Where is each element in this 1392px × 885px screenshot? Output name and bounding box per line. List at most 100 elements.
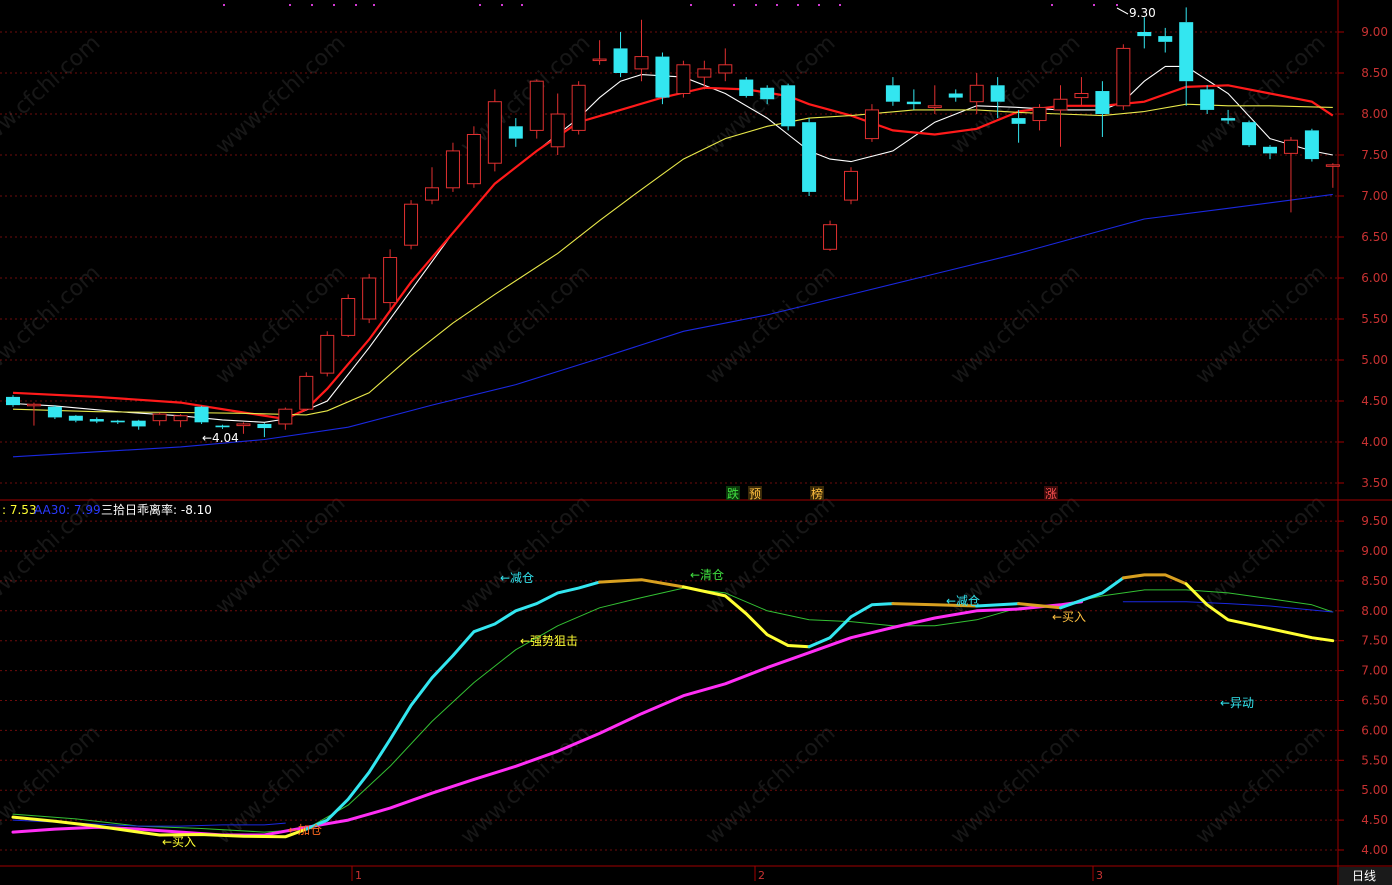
candle-body: [823, 224, 838, 250]
indicator-value-1: : 7.53: [2, 503, 37, 517]
signal-reduce: ←减仓: [946, 594, 980, 608]
candle-body: [697, 68, 712, 78]
signal-buy: ←买入: [162, 835, 196, 849]
candle-body: [927, 105, 942, 108]
signal-clear: ←清仓: [690, 568, 724, 582]
candle-body: [508, 126, 523, 139]
event-tag-list[interactable]: 榜: [811, 486, 823, 501]
candle-body: [718, 64, 733, 74]
y-tick-label: 6.50: [1361, 230, 1388, 244]
event-tag-forecast[interactable]: 预: [749, 487, 761, 501]
candle-body: [445, 150, 460, 189]
candle-body: [1116, 47, 1131, 107]
candle-body: [676, 64, 691, 95]
candle-body: [320, 334, 335, 374]
candle-body: [969, 84, 984, 103]
y-tick-label: 5.50: [1361, 312, 1388, 326]
candle-body: [760, 87, 775, 100]
candle-body: [1011, 118, 1026, 124]
candle-body: [1137, 32, 1152, 37]
y-tick-label: 5.00: [1361, 353, 1388, 367]
candle-body: [1053, 98, 1068, 111]
candle-body: [571, 84, 586, 131]
candle-body: [550, 113, 565, 148]
candle-body: [781, 85, 796, 127]
candle-body: [341, 298, 356, 336]
candle-body: [592, 58, 607, 62]
candle-body: [655, 56, 670, 98]
y-tick-label: 3.50: [1361, 476, 1388, 490]
y-tick-label: 5.50: [1361, 753, 1388, 767]
candle-body: [299, 375, 314, 410]
y-tick-label: 6.00: [1361, 723, 1388, 737]
y-tick-label: 9.00: [1361, 544, 1388, 558]
candle-body: [1095, 91, 1110, 114]
y-tick-label: 6.50: [1361, 694, 1388, 708]
candle-body: [487, 101, 502, 164]
candle-body: [383, 257, 398, 304]
y-tick-label: 4.00: [1361, 435, 1388, 449]
candle-body: [152, 413, 167, 422]
event-tag-fall[interactable]: 跌: [727, 486, 739, 501]
candle-body: [6, 396, 20, 406]
y-tick-label: 8.50: [1361, 66, 1388, 80]
candle-body: [864, 109, 879, 140]
candle-body: [26, 403, 41, 407]
candle-body: [47, 406, 62, 418]
candle-body: [1304, 130, 1319, 160]
candle-body: [68, 415, 83, 421]
candle-body: [173, 415, 188, 422]
candle-body: [1200, 89, 1215, 110]
month-label-2: 2: [758, 869, 765, 882]
period-label[interactable]: 日线: [1352, 869, 1376, 883]
y-tick-label: 8.00: [1361, 107, 1388, 121]
candle-body: [194, 406, 209, 423]
candle-body: [906, 101, 921, 105]
candle-body: [885, 85, 900, 102]
y-tick-label: 8.00: [1361, 604, 1388, 618]
candle-body: [131, 420, 146, 427]
stock-chart[interactable]: www.cfchi.com www.cfchi.com www.cfchi.com w…: [0, 0, 1392, 885]
signal-abnormal: ←异动: [1220, 696, 1254, 710]
y-tick-label: 7.50: [1361, 634, 1388, 648]
indicator-deviation: 三拾日乖离率: -8.10: [101, 502, 212, 517]
month-label-3: 3: [1096, 869, 1103, 882]
y-tick-label: 7.00: [1361, 664, 1388, 678]
candle-body: [634, 56, 649, 70]
month-label-1: 1: [355, 869, 362, 882]
signal-strong-snipe: ←强势狙击: [520, 634, 578, 648]
candle-body: [236, 423, 251, 427]
low-price-marker: ←4.04: [202, 431, 239, 445]
candle-body: [844, 170, 858, 201]
candle-body: [1242, 122, 1257, 146]
y-tick-label: 7.50: [1361, 148, 1388, 162]
candle-body: [1179, 22, 1194, 82]
candle-body: [110, 420, 125, 423]
candle-body: [362, 277, 377, 320]
candle-body: [1158, 36, 1173, 42]
y-tick-label: 9.00: [1361, 25, 1388, 39]
candle-body: [613, 48, 628, 73]
candle-body: [425, 187, 439, 201]
candle-body: [278, 408, 293, 425]
candle-body: [948, 93, 963, 98]
y-tick-label: 7.00: [1361, 189, 1388, 203]
y-tick-label: 9.50: [1361, 514, 1388, 528]
event-tag-rise[interactable]: 涨: [1045, 486, 1057, 501]
high-price-marker: 9.30: [1129, 6, 1156, 20]
y-tick-label: 4.00: [1361, 843, 1388, 857]
signal-buy: ←买入: [1052, 610, 1086, 624]
candle-body: [529, 80, 544, 131]
signal-add: ←加仓: [288, 823, 322, 837]
candle-body: [1221, 118, 1236, 121]
candle-body: [739, 79, 754, 96]
candle-body: [215, 425, 230, 428]
y-tick-label: 4.50: [1361, 394, 1388, 408]
signal-reduce: ←减仓: [500, 571, 534, 585]
candle-body: [1283, 139, 1298, 154]
y-tick-label: 5.00: [1361, 783, 1388, 797]
y-tick-label: 6.00: [1361, 271, 1388, 285]
candle-body: [1032, 106, 1047, 122]
candle-body: [802, 122, 817, 192]
y-tick-label: 8.50: [1361, 574, 1388, 588]
